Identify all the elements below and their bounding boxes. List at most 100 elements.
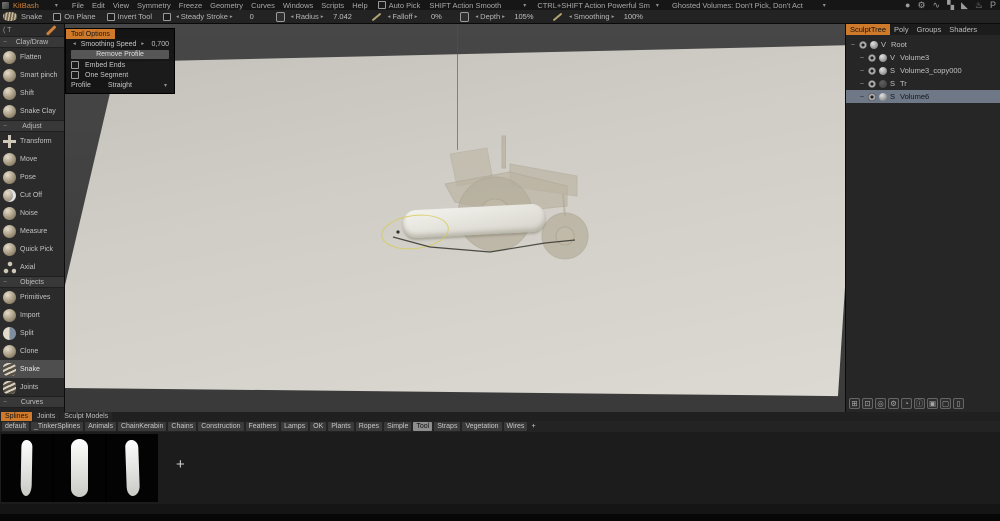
tool-item-flatten[interactable]: Flatten [0,48,64,66]
category-ropes[interactable]: Ropes [356,422,382,431]
tool-item-shift[interactable]: Shift [0,84,64,102]
menu-freeze[interactable]: Freeze [175,1,206,10]
tool-item-snake[interactable]: Snake [0,360,64,378]
gear-icon[interactable]: ⚙ [888,398,899,409]
collapse-icon[interactable]: − [3,279,7,286]
spline-thumbnail[interactable] [107,434,158,502]
3d-viewport[interactable] [65,24,845,412]
falloff-value[interactable]: 0% [423,12,449,21]
section-header-adjust[interactable]: −Adjust [0,120,64,132]
tube-icon[interactable]: ∿ [933,0,941,10]
visibility-eye-icon[interactable] [868,93,876,101]
smoothing-speed-value[interactable]: 0,700 [151,41,169,48]
on-plane-checkbox[interactable]: On Plane [53,12,95,21]
clone-icon[interactable]: ⊡ [862,398,873,409]
tool-item-axial[interactable]: Axial [0,258,64,276]
depth-value[interactable]: 105% [511,12,537,21]
ghosted-volumes-dropdown[interactable]: Ghosted Volumes: Don't Pick, Don't Act ▾ [672,1,828,10]
tree-row-volume3-copy000[interactable]: −SVolume3_copy000 [846,64,1000,77]
volume-sphere-icon[interactable] [879,54,887,62]
arrow-left-icon[interactable]: ◂ [291,14,294,20]
smoothing-value[interactable]: 100% [620,12,646,21]
menu-windows[interactable]: Windows [279,1,317,10]
arrow-right-icon[interactable]: ▸ [415,14,418,20]
section-header-curves[interactable]: −Curves [0,396,64,408]
tab-sculpttree[interactable]: SculptTree [846,24,890,35]
category-animals[interactable]: Animals [85,422,116,431]
menu-scripts[interactable]: Scripts [317,1,348,10]
category-plants[interactable]: Plants [328,422,353,431]
category-ok[interactable]: OK [310,422,326,431]
tree-row-volume3[interactable]: −VVolume3 [846,51,1000,64]
arrow-left-icon[interactable]: ◂ [388,14,391,20]
one-segment-checkbox[interactable]: One Segment [66,70,174,80]
history-icon[interactable]: ◔ [901,398,912,409]
collapse-icon[interactable]: − [859,92,865,101]
shift-action-dropdown[interactable]: SHIFT Action Smooth ▾ [429,1,528,10]
tab-shaders[interactable]: Shaders [945,24,981,35]
chevron-down-icon[interactable]: ▾ [55,2,58,9]
tab-splines[interactable]: Splines [1,412,32,421]
volume-sphere-icon[interactable] [879,93,887,101]
sphere-icon[interactable]: ◎ [875,398,886,409]
tool-item-quick-pick[interactable]: Quick Pick [0,240,64,258]
category-construction[interactable]: Construction [198,422,243,431]
menu-symmetry[interactable]: Symmetry [133,1,175,10]
menu-edit[interactable]: Edit [88,1,109,10]
tool-item-noise[interactable]: Noise [0,204,64,222]
category-simple[interactable]: Simple [384,422,411,431]
arrow-right-icon[interactable]: ▸ [612,14,615,20]
tree-row-tr[interactable]: −STr [846,77,1000,90]
arrow-right-icon[interactable]: ▸ [230,14,233,20]
invert-tool-checkbox[interactable]: Invert Tool [107,12,152,21]
tab-groups[interactable]: Groups [913,24,946,35]
arrow-left-icon[interactable]: ◂ [569,14,572,20]
pen-icon[interactable] [46,25,56,35]
category-straps[interactable]: Straps [434,422,460,431]
category-lamps[interactable]: Lamps [281,422,308,431]
volume-sphere-icon[interactable] [879,67,887,75]
pour-bucket-icon[interactable]: ◣ [961,0,968,10]
volume-sphere-icon[interactable] [870,41,878,49]
smoothing-speed-slider[interactable]: ◂ Smoothing Speed ▸ 0,700 [66,39,174,49]
trash-icon[interactable]: ▯ [953,398,964,409]
kitbash-preset-select[interactable]: KitBash [13,1,39,10]
section-header-objects[interactable]: −Objects [0,276,64,288]
category-default[interactable]: default [2,422,29,431]
embed-ends-checkbox[interactable]: Embed Ends [66,60,174,70]
radius-slider[interactable]: ◂Radius▸7.042 [276,12,356,22]
tab-poly[interactable]: Poly [890,24,913,35]
tool-options-tab[interactable]: Tool Options [66,29,115,39]
section-header-clay-draw[interactable]: −Clay/Draw [0,36,64,48]
tree-row-volume6[interactable]: −SVolume6 [846,90,1000,103]
tool-item-snake-clay[interactable]: Snake Clay [0,102,64,120]
gear-pen-icon[interactable]: ⚙ [917,0,925,10]
category-chainkerabin[interactable]: ChainKerabin [118,422,166,431]
ctrl-shift-action-dropdown[interactable]: CTRL+SHIFT Action Powerful Sm ▾ [537,1,661,10]
category-wires[interactable]: Wires [504,422,528,431]
category-chains[interactable]: Chains [168,422,196,431]
swatch-icon[interactable]: ▣ [927,398,938,409]
depth-slider[interactable]: ◂Depth▸105% [460,12,537,22]
tab-sculpt-models[interactable]: Sculpt Models [60,412,112,421]
menu-help[interactable]: Help [348,1,371,10]
category-vegetation[interactable]: Vegetation [462,422,501,431]
category-feathers[interactable]: Feathers [246,422,280,431]
collapse-icon[interactable]: − [859,66,865,75]
tab-joints[interactable]: Joints [33,412,59,421]
sphere-icon[interactable]: ● [905,0,910,10]
menu-geometry[interactable]: Geometry [206,1,247,10]
menu-curves[interactable]: Curves [247,1,279,10]
tool-item-import[interactable]: Import [0,306,64,324]
visibility-eye-icon[interactable] [868,54,876,62]
tool-item-pose[interactable]: Pose [0,168,64,186]
profile-dropdown[interactable]: Profile Straight ▾ [66,80,174,90]
smoothing-slider[interactable]: ◂Smoothing▸100% [548,12,646,21]
category-tool[interactable]: Tool [413,422,432,431]
arrow-right-icon[interactable]: ▸ [502,14,505,20]
tool-item-primitives[interactable]: Primitives [0,288,64,306]
tool-item-clone[interactable]: Clone [0,342,64,360]
add-category-button[interactable]: + [531,423,535,430]
collapse-icon[interactable]: − [859,79,865,88]
visibility-eye-icon[interactable] [868,67,876,75]
